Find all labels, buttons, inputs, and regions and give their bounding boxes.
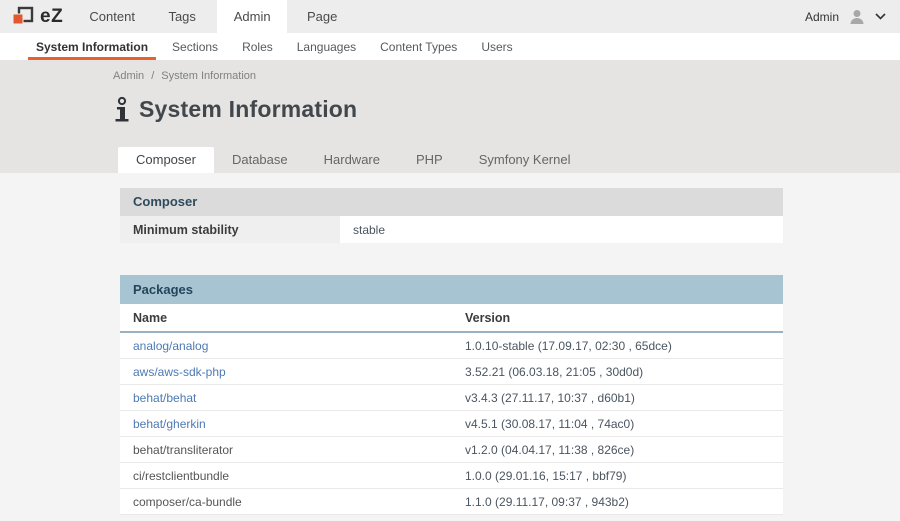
system-info-tabs: Composer Database Hardware PHP Symfony K… [118, 147, 588, 173]
subnav-item-roles[interactable]: Roles [230, 33, 285, 60]
packages-section-header: Packages [120, 275, 783, 304]
breadcrumb-admin[interactable]: Admin [113, 70, 144, 82]
package-version: v3.4.3 (27.11.17, 10:37 , d60b1) [465, 385, 783, 410]
tab-symfony-kernel[interactable]: Symfony Kernel [461, 147, 589, 173]
top-bar: eZ Content Tags Admin Page Admin [0, 0, 900, 33]
topnav-item-content[interactable]: Content [77, 0, 147, 33]
chevron-down-icon [875, 13, 886, 20]
minimum-stability-value: stable [340, 216, 783, 243]
column-header-version: Version [465, 304, 783, 331]
tab-php[interactable]: PHP [398, 147, 461, 173]
composer-table: Composer Minimum stability stable [120, 188, 783, 243]
package-link[interactable]: behat/gherkin [120, 411, 465, 436]
subnav-item-sections[interactable]: Sections [160, 33, 230, 60]
table-row: behat/behat v3.4.3 (27.11.17, 10:37 , d6… [120, 385, 783, 411]
package-version: 1.1.0 (29.11.17, 09:37 , 943b2) [465, 489, 783, 514]
table-row: composer/ca-bundle 1.1.0 (29.11.17, 09:3… [120, 489, 783, 515]
topnav-item-admin[interactable]: Admin [217, 0, 287, 33]
package-version: 1.0.10-stable (17.09.17, 02:30 , 65dce) [465, 333, 783, 358]
admin-sub-nav: System Information Sections Roles Langua… [0, 33, 900, 60]
table-row: Minimum stability stable [120, 216, 783, 243]
package-version: 1.0.0 (29.01.16, 15:17 , bbf79) [465, 463, 783, 488]
package-name: behat/transliterator [120, 437, 465, 462]
tab-database[interactable]: Database [214, 147, 306, 173]
ez-logo-icon [10, 6, 36, 28]
packages-table: Packages Name Version analog/analog 1.0.… [120, 275, 783, 515]
package-name: ci/restclientbundle [120, 463, 465, 488]
tab-hardware[interactable]: Hardware [306, 147, 398, 173]
user-name-label: Admin [805, 10, 839, 24]
table-row: aws/aws-sdk-php 3.52.21 (06.03.18, 21:05… [120, 359, 783, 385]
tab-composer[interactable]: Composer [118, 147, 214, 173]
table-row: ci/restclientbundle 1.0.0 (29.01.16, 15:… [120, 463, 783, 489]
subnav-item-languages[interactable]: Languages [285, 33, 368, 60]
subnav-item-content-types[interactable]: Content Types [368, 33, 469, 60]
minimum-stability-label: Minimum stability [120, 216, 340, 243]
table-row: behat/transliterator v1.2.0 (04.04.17, 1… [120, 437, 783, 463]
breadcrumb-separator: / [151, 70, 154, 82]
topnav-item-page[interactable]: Page [287, 0, 357, 33]
column-header-name: Name [120, 304, 465, 331]
page-title: System Information [139, 96, 357, 123]
ez-logo[interactable]: eZ [0, 0, 77, 33]
package-link[interactable]: aws/aws-sdk-php [120, 359, 465, 384]
top-nav: Content Tags Admin Page [77, 0, 357, 33]
subnav-item-users[interactable]: Users [469, 33, 524, 60]
page-header-band: Admin / System Information System Inform… [0, 60, 900, 173]
package-version: v1.2.0 (04.04.17, 11:38 , 826ce) [465, 437, 783, 462]
page-title-row: System Information [113, 96, 900, 123]
breadcrumb: Admin / System Information [0, 60, 900, 82]
avatar-icon [847, 7, 867, 27]
composer-section-header: Composer [120, 188, 783, 216]
packages-column-headers: Name Version [120, 304, 783, 333]
topnav-item-tags[interactable]: Tags [147, 0, 217, 33]
user-menu[interactable]: Admin [805, 0, 900, 33]
breadcrumb-system-information[interactable]: System Information [161, 70, 256, 82]
table-row: analog/analog 1.0.10-stable (17.09.17, 0… [120, 333, 783, 359]
main-content: Composer Minimum stability stable Packag… [0, 173, 900, 515]
package-link[interactable]: analog/analog [120, 333, 465, 358]
package-link[interactable]: behat/behat [120, 385, 465, 410]
info-icon [113, 96, 129, 123]
subnav-item-system-information[interactable]: System Information [24, 33, 160, 60]
ez-logo-text: eZ [40, 6, 63, 28]
package-version: 3.52.21 (06.03.18, 21:05 , 30d0d) [465, 359, 783, 384]
package-version: v4.5.1 (30.08.17, 11:04 , 74ac0) [465, 411, 783, 436]
package-name: composer/ca-bundle [120, 489, 465, 514]
table-row: behat/gherkin v4.5.1 (30.08.17, 11:04 , … [120, 411, 783, 437]
